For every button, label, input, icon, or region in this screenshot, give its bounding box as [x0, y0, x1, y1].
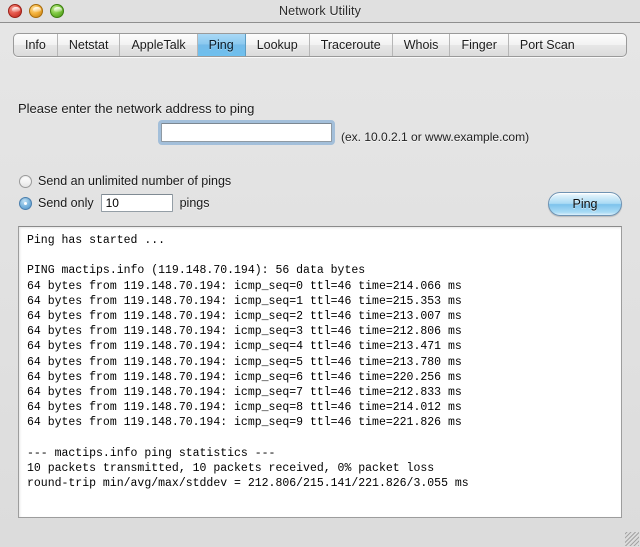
radio-send-only-label-before: Send only: [38, 196, 94, 210]
tab-bar: Info Netstat AppleTalk Ping Lookup Traceroute…: [13, 33, 627, 57]
radio-unlimited-indicator[interactable]: [19, 174, 32, 188]
tab-traceroute[interactable]: Traceroute: [310, 34, 393, 56]
tab-ping[interactable]: Ping: [197, 34, 246, 56]
minimize-button[interactable]: [29, 4, 43, 18]
tab-appletalk[interactable]: AppleTalk: [120, 34, 198, 56]
zoom-button[interactable]: [50, 4, 64, 18]
radio-unlimited-label: Send an unlimited number of pings: [38, 174, 232, 188]
window-content: Info Netstat AppleTalk Ping Lookup Traceroute…: [0, 23, 640, 547]
radio-send-only[interactable]: Send only pings: [19, 194, 210, 212]
network-address-input[interactable]: [161, 123, 332, 142]
tab-lookup[interactable]: Lookup: [246, 34, 310, 56]
network-utility-window: Network Utility Info Netstat AppleTalk Ping…: [0, 0, 640, 547]
ping-output-area[interactable]: Ping has started ... PING mactips.info (…: [18, 226, 622, 518]
prompt-label: Please enter the network address to ping: [18, 101, 255, 116]
window-controls: [8, 4, 64, 18]
window-title: Network Utility: [278, 4, 362, 18]
ping-output-text: Ping has started ... PING mactips.info (…: [27, 234, 469, 491]
radio-send-only-indicator[interactable]: [19, 196, 32, 210]
resize-grip[interactable]: [625, 532, 639, 546]
tab-finger[interactable]: Finger: [450, 34, 509, 56]
tab-port-scan[interactable]: Port Scan: [509, 34, 586, 56]
ping-count-input[interactable]: [100, 194, 173, 212]
address-field-wrapper: [158, 120, 335, 145]
radio-send-only-label-after: pings: [179, 196, 210, 210]
tab-whois[interactable]: Whois: [393, 34, 451, 56]
close-button[interactable]: [8, 4, 22, 18]
radio-send-unlimited[interactable]: Send an unlimited number of pings: [19, 174, 231, 188]
address-example-hint: (ex. 10.0.2.1 or www.example.com): [341, 130, 530, 144]
tab-netstat[interactable]: Netstat: [58, 34, 121, 56]
title-bar[interactable]: Network Utility: [0, 0, 640, 23]
ping-button[interactable]: Ping: [548, 192, 622, 216]
tab-info[interactable]: Info: [14, 34, 58, 56]
